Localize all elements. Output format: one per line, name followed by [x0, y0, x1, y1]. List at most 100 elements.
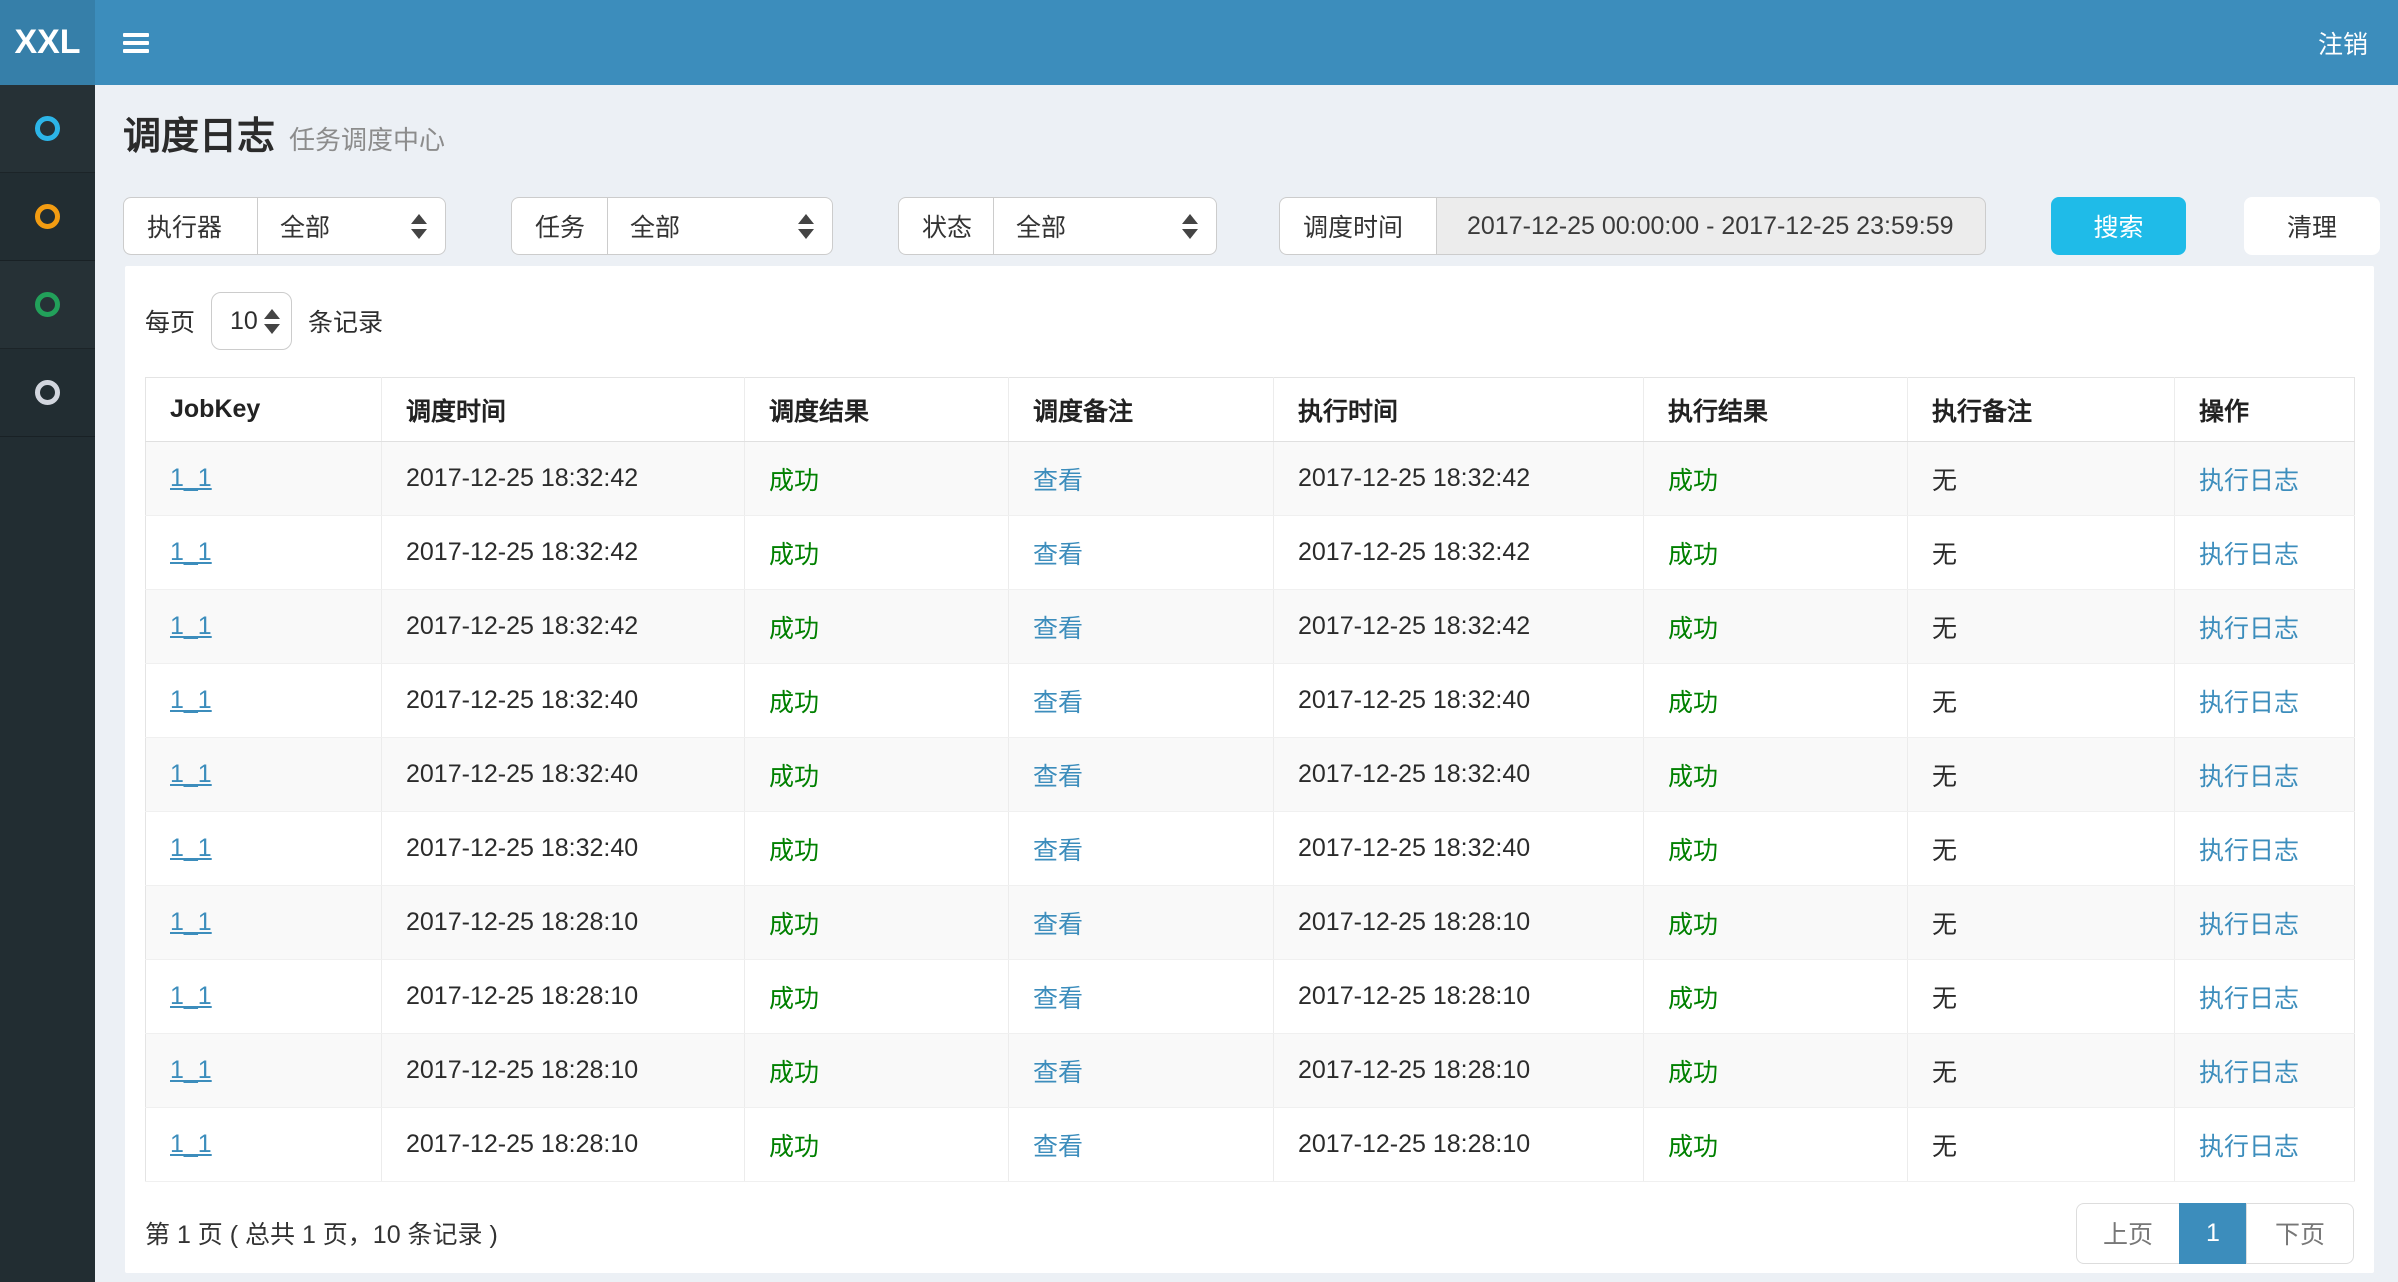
- handle-result-text-cell: 成功: [1644, 590, 1908, 664]
- handle-msg-cell: 无: [1932, 615, 1957, 643]
- handle-time-cell: 2017-12-25 18:28:10: [1298, 1056, 1530, 1084]
- filter-toolbar: 执行器 全部 任务 全部 状态 全部 调度时间 2017-12-25 00:00…: [123, 197, 2398, 255]
- trigger-time-cell: 2017-12-25 18:28:10: [406, 1130, 638, 1158]
- trigger-msg-link[interactable]: 查看: [1033, 689, 1083, 717]
- jobkey-link[interactable]: 1_1: [170, 834, 212, 862]
- sidebar-item-3[interactable]: [0, 261, 95, 349]
- handle-time-cell: 2017-12-25 18:28:10: [1298, 1130, 1530, 1158]
- job-select[interactable]: 全部: [607, 197, 833, 255]
- handle-msg-cell: 无: [1932, 689, 1957, 717]
- trigger-msg-link[interactable]: 查看: [1033, 467, 1083, 495]
- status-select[interactable]: 全部: [993, 197, 1217, 255]
- next-page-button[interactable]: 下页: [2246, 1203, 2354, 1264]
- handle-time-cell: 2017-12-25 18:32:42: [1298, 612, 1530, 640]
- table-row: 1_12017-12-25 18:32:40成功查看2017-12-25 18:…: [146, 738, 2355, 812]
- exec-log-link[interactable]: 执行日志: [2199, 837, 2299, 865]
- trigger-time-cell-cell: 2017-12-25 18:28:10: [382, 1108, 745, 1182]
- trigger-msg-link[interactable]: 查看: [1033, 911, 1083, 939]
- clear-button[interactable]: 清理: [2244, 197, 2380, 255]
- jobkey-link[interactable]: 1_1: [170, 686, 212, 714]
- handle-result-text-cell: 成功: [1644, 960, 1908, 1034]
- trigger-result-text: 成功: [769, 615, 819, 643]
- log-panel: 每页 10 条记录 JobKey调度时间调度结果调度备注执行时间执行结果执行备注…: [125, 266, 2374, 1273]
- sidebar-toggle-button[interactable]: [123, 33, 149, 53]
- content-area: 调度日志 任务调度中心 执行器 全部 任务 全部 状态 全部 调度时间: [95, 85, 2398, 1282]
- jobkey-link[interactable]: 1_1: [170, 1130, 212, 1158]
- table-row: 1_12017-12-25 18:32:40成功查看2017-12-25 18:…: [146, 664, 2355, 738]
- handle-result-text: 成功: [1668, 1059, 1718, 1087]
- handle-time-cell-cell: 2017-12-25 18:28:10: [1274, 1108, 1644, 1182]
- trigger-time-cell: 2017-12-25 18:32:40: [406, 834, 638, 862]
- trigger-result-text-cell: 成功: [745, 886, 1009, 960]
- exec-log-link[interactable]: 执行日志: [2199, 911, 2299, 939]
- jobkey-link[interactable]: 1_1: [170, 760, 212, 788]
- exec-log-link[interactable]: 执行日志: [2199, 1133, 2299, 1161]
- trigger-msg-link[interactable]: 查看: [1033, 985, 1083, 1013]
- column-header: 调度时间: [382, 378, 745, 442]
- jobkey-link[interactable]: 1_1: [170, 538, 212, 566]
- page-size-value: 10: [230, 307, 258, 336]
- jobkey-link[interactable]: 1_1: [170, 982, 212, 1010]
- logout-link[interactable]: 注销: [2318, 25, 2368, 61]
- trigger-msg-link[interactable]: 查看: [1033, 837, 1083, 865]
- exec-log-link[interactable]: 执行日志: [2199, 541, 2299, 569]
- trigger-time-range-input[interactable]: 2017-12-25 00:00:00 - 2017-12-25 23:59:5…: [1436, 197, 1986, 255]
- exec-log-link[interactable]: 执行日志: [2199, 615, 2299, 643]
- exec-log-link[interactable]: 执行日志: [2199, 985, 2299, 1013]
- trigger-msg-link[interactable]: 查看: [1033, 541, 1083, 569]
- exec-log-link-cell: 执行日志: [2175, 516, 2355, 590]
- page-title: 调度日志: [123, 105, 275, 160]
- jobkey-link[interactable]: 1_1: [170, 908, 212, 936]
- handle-time-cell-cell: 2017-12-25 18:32:42: [1274, 590, 1644, 664]
- trigger-time-cell-cell: 2017-12-25 18:32:40: [382, 738, 745, 812]
- table-row: 1_12017-12-25 18:28:10成功查看2017-12-25 18:…: [146, 1034, 2355, 1108]
- jobkey-link[interactable]: 1_1: [170, 464, 212, 492]
- trigger-result-text: 成功: [769, 763, 819, 791]
- job-filter-group: 任务 全部: [511, 197, 833, 255]
- handle-time-cell: 2017-12-25 18:32:40: [1298, 686, 1530, 714]
- trigger-msg-link[interactable]: 查看: [1033, 615, 1083, 643]
- jobkey-link-cell: 1_1: [146, 960, 382, 1034]
- exec-log-link[interactable]: 执行日志: [2199, 1059, 2299, 1087]
- handle-msg-cell: 无: [1932, 541, 1957, 569]
- handle-result-text-cell: 成功: [1644, 516, 1908, 590]
- sidebar-item-2[interactable]: [0, 173, 95, 261]
- brand-logo[interactable]: XXL: [0, 0, 95, 85]
- exec-log-link-cell: 执行日志: [2175, 960, 2355, 1034]
- trigger-msg-link[interactable]: 查看: [1033, 1133, 1083, 1161]
- trigger-time-cell: 2017-12-25 18:28:10: [406, 908, 638, 936]
- page-1-button[interactable]: 1: [2179, 1203, 2247, 1264]
- exec-log-link[interactable]: 执行日志: [2199, 689, 2299, 717]
- trigger-msg-link-cell: 查看: [1009, 1034, 1274, 1108]
- search-button[interactable]: 搜索: [2051, 197, 2186, 255]
- jobkey-link[interactable]: 1_1: [170, 612, 212, 640]
- jobkey-link[interactable]: 1_1: [170, 1056, 212, 1084]
- job-selected-value: 全部: [630, 208, 784, 244]
- pagination: 上页 1 下页: [2076, 1203, 2354, 1264]
- handle-msg-cell-cell: 无: [1908, 738, 2175, 812]
- sidebar-item-1[interactable]: [0, 85, 95, 173]
- trigger-result-text: 成功: [769, 541, 819, 569]
- trigger-result-text-cell: 成功: [745, 516, 1009, 590]
- trigger-msg-link[interactable]: 查看: [1033, 1059, 1083, 1087]
- prev-page-button[interactable]: 上页: [2076, 1203, 2180, 1264]
- handle-result-text: 成功: [1668, 985, 1718, 1013]
- trigger-result-text: 成功: [769, 1133, 819, 1161]
- handle-msg-cell-cell: 无: [1908, 1108, 2175, 1182]
- handle-result-text: 成功: [1668, 837, 1718, 865]
- page-size-select[interactable]: 10: [211, 292, 292, 350]
- status-label: 状态: [898, 197, 993, 255]
- hamburger-icon: [123, 49, 149, 53]
- sidebar-item-4[interactable]: [0, 349, 95, 437]
- trigger-time-cell: 2017-12-25 18:32:42: [406, 464, 638, 492]
- column-header: 调度备注: [1009, 378, 1274, 442]
- handle-msg-cell: 无: [1932, 1133, 1957, 1161]
- exec-log-link[interactable]: 执行日志: [2199, 467, 2299, 495]
- executor-select[interactable]: 全部: [257, 197, 446, 255]
- trigger-msg-link[interactable]: 查看: [1033, 763, 1083, 791]
- trigger-result-text-cell: 成功: [745, 664, 1009, 738]
- exec-log-link-cell: 执行日志: [2175, 590, 2355, 664]
- select-arrows-icon: [1182, 214, 1198, 239]
- exec-log-link[interactable]: 执行日志: [2199, 763, 2299, 791]
- handle-result-text: 成功: [1668, 689, 1718, 717]
